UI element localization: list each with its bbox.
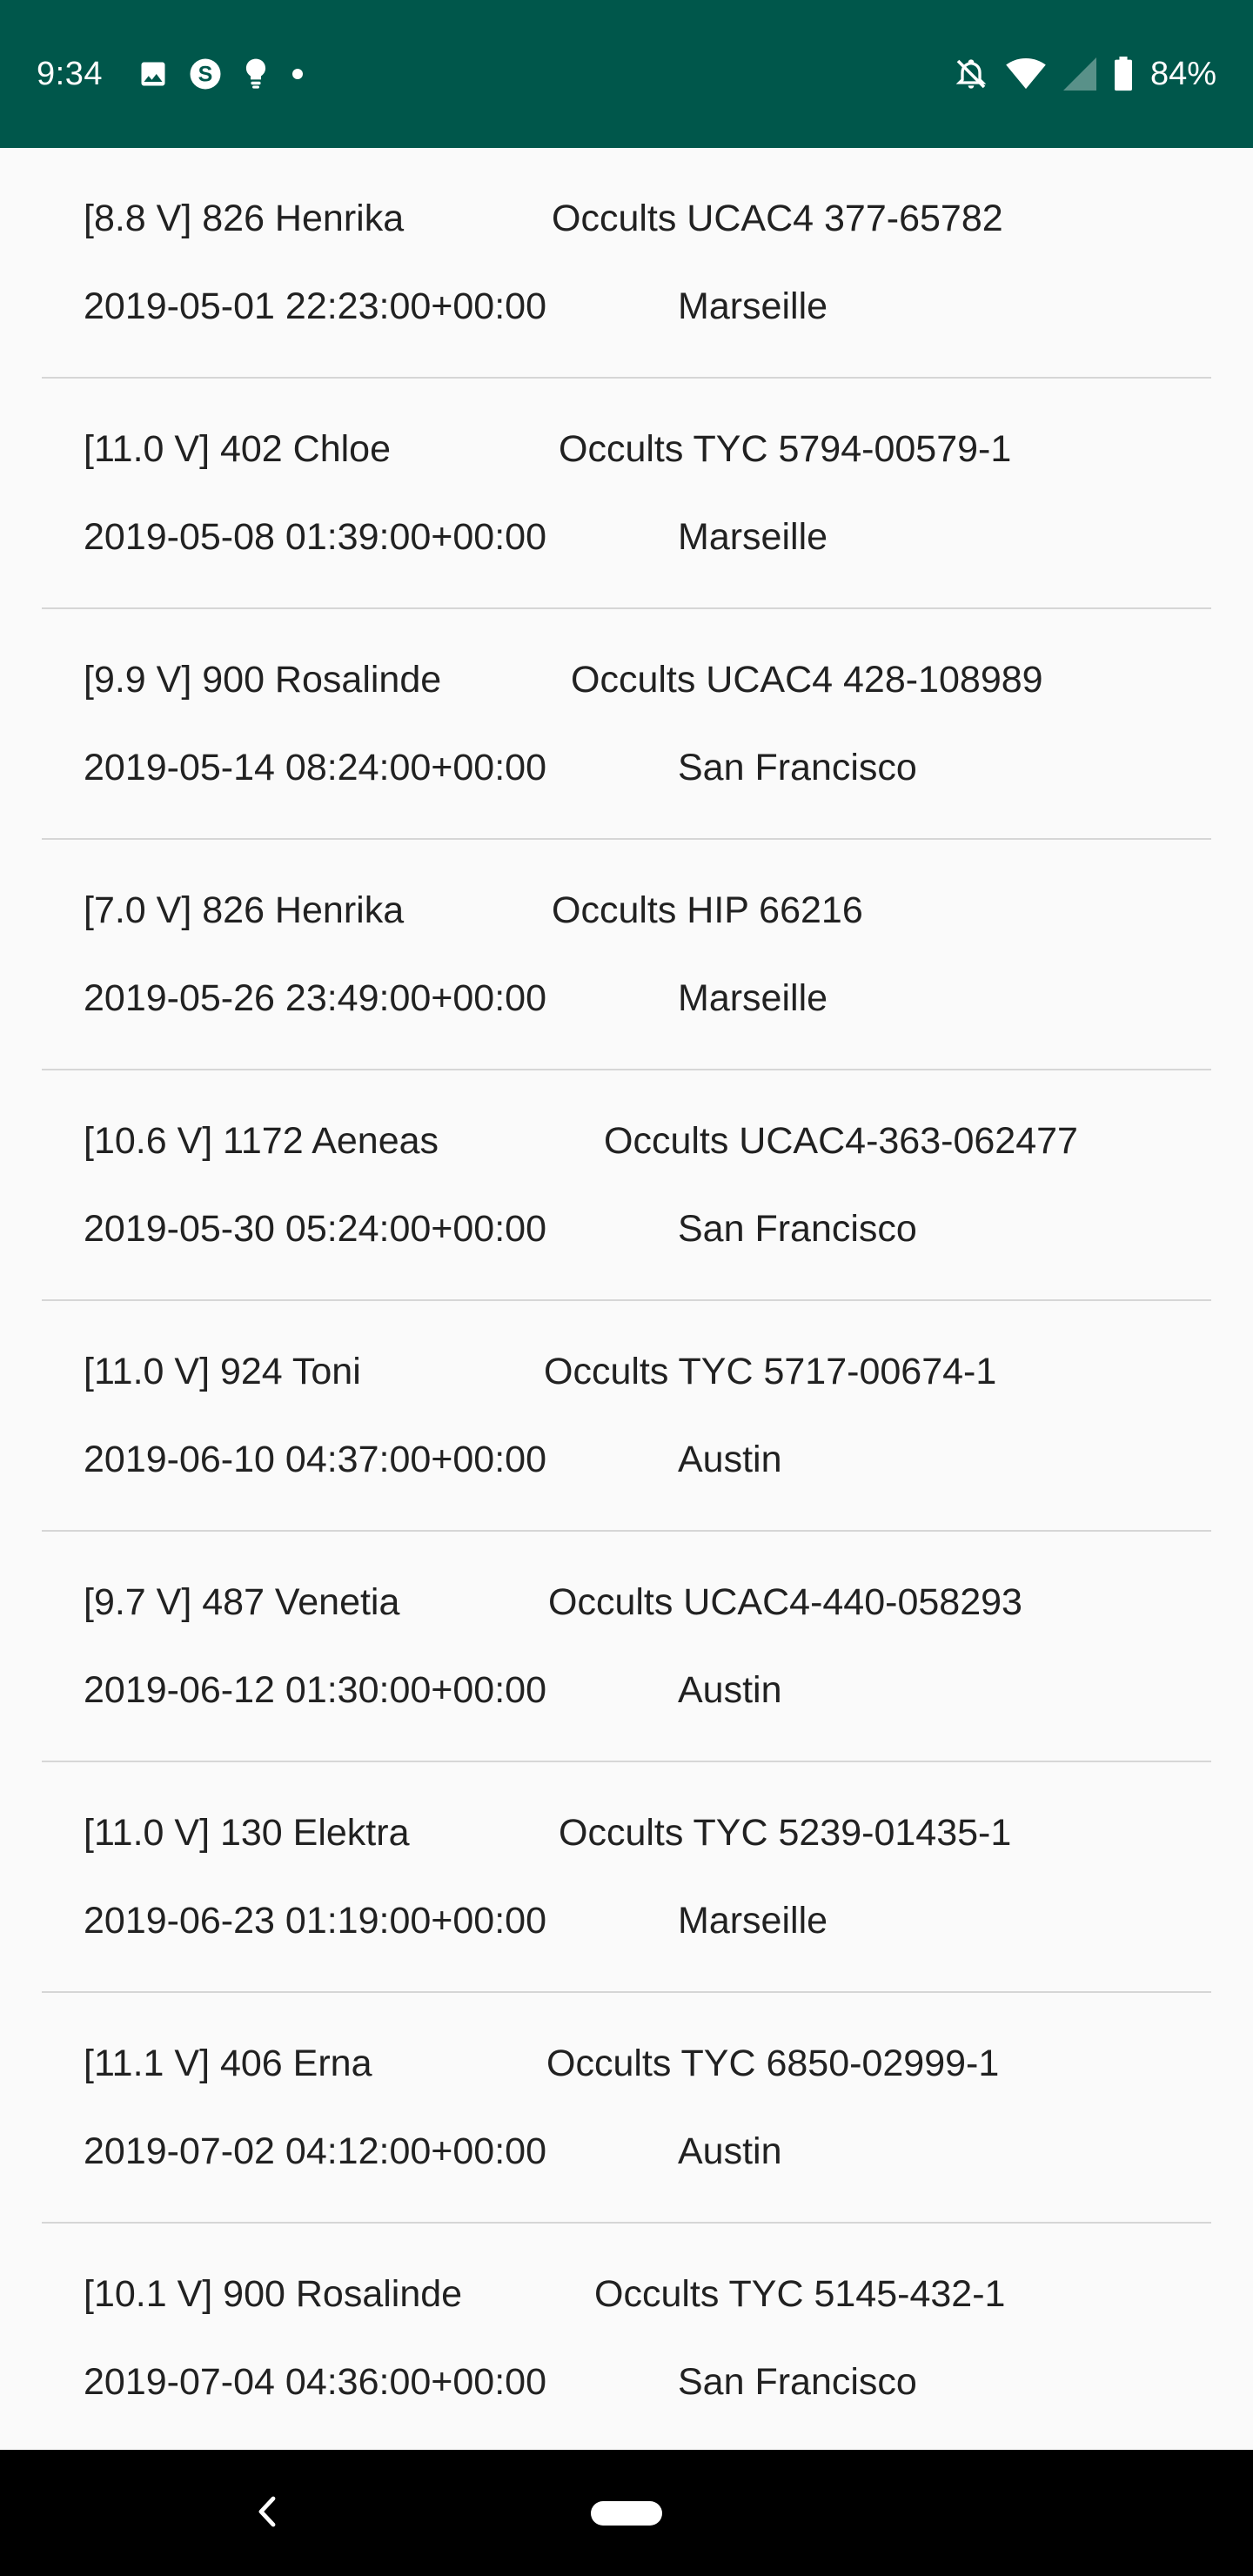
list-item[interactable]: [10.1 V] 900 Rosalinde Occults TYC 5145-… (0, 2224, 1253, 2450)
list-item[interactable]: [8.8 V] 826 Henrika Occults UCAC4 377-65… (0, 148, 1253, 379)
observer-location: Marseille (678, 285, 828, 327)
event-datetime: 2019-06-10 04:37:00+00:00 (84, 1439, 546, 1480)
star-label: Occults UCAC4 377-65782 (552, 198, 1003, 239)
list-item[interactable]: [7.0 V] 826 Henrika Occults HIP 66216 20… (0, 840, 1253, 1070)
asteroid-label: [11.0 V] 130 Elektra (84, 1812, 410, 1854)
asteroid-label: [8.8 V] 826 Henrika (84, 198, 405, 239)
observer-location: San Francisco (678, 2361, 917, 2403)
list-item[interactable]: [11.1 V] 406 Erna Occults TYC 6850-02999… (0, 1993, 1253, 2224)
notifications-off-icon (954, 57, 988, 91)
list-item[interactable]: [11.0 V] 924 Toni Occults TYC 5717-00674… (0, 1301, 1253, 1532)
list-item[interactable]: [9.7 V] 487 Venetia Occults UCAC4-440-05… (0, 1532, 1253, 1762)
observer-location: Austin (678, 1439, 782, 1480)
status-bar: 9:34 S 84% (0, 0, 1253, 148)
event-datetime: 2019-05-14 08:24:00+00:00 (84, 747, 546, 788)
asteroid-label: [11.0 V] 402 Chloe (84, 428, 392, 470)
observer-location: Marseille (678, 977, 828, 1019)
observer-location: Austin (678, 2130, 782, 2172)
skype-icon: S (188, 57, 223, 91)
star-label: Occults UCAC4-440-058293 (548, 1581, 1022, 1623)
star-label: Occults HIP 66216 (552, 889, 863, 931)
star-label: Occults UCAC4-363-062477 (604, 1120, 1078, 1162)
event-datetime: 2019-07-04 04:36:00+00:00 (84, 2361, 546, 2403)
event-datetime: 2019-07-02 04:12:00+00:00 (84, 2130, 546, 2172)
cell-signal-icon (1062, 57, 1096, 91)
list-item[interactable]: [11.0 V] 130 Elektra Occults TYC 5239-01… (0, 1762, 1253, 1993)
event-datetime: 2019-05-30 05:24:00+00:00 (84, 1208, 546, 1250)
observer-location: Austin (678, 1669, 782, 1711)
event-datetime: 2019-06-12 01:30:00+00:00 (84, 1669, 546, 1711)
status-system-icons: 84% (954, 52, 1216, 96)
back-icon[interactable] (254, 2493, 280, 2534)
asteroid-label: [11.0 V] 924 Toni (84, 1351, 361, 1392)
status-time: 9:34 (37, 56, 103, 92)
occultation-list[interactable]: [8.8 V] 826 Henrika Occults UCAC4 377-65… (0, 148, 1253, 2450)
svg-text:S: S (198, 62, 213, 86)
star-label: Occults TYC 5239-01435-1 (559, 1812, 1012, 1854)
image-icon (137, 58, 169, 90)
star-label: Occults UCAC4 428-108989 (571, 659, 1043, 701)
asteroid-label: [9.7 V] 487 Venetia (84, 1581, 400, 1623)
event-datetime: 2019-06-23 01:19:00+00:00 (84, 1900, 546, 1942)
event-datetime: 2019-05-08 01:39:00+00:00 (84, 516, 546, 558)
dot-icon (289, 65, 306, 83)
observer-location: San Francisco (678, 1208, 917, 1250)
star-label: Occults TYC 6850-02999-1 (546, 2043, 1000, 2084)
star-label: Occults TYC 5717-00674-1 (544, 1351, 997, 1392)
list-item[interactable]: [10.6 V] 1172 Aeneas Occults UCAC4-363-0… (0, 1070, 1253, 1301)
list-item[interactable]: [11.0 V] 402 Chloe Occults TYC 5794-0057… (0, 379, 1253, 609)
observer-location: Marseille (678, 1900, 828, 1942)
event-datetime: 2019-05-01 22:23:00+00:00 (84, 285, 546, 327)
status-notification-icons: S (137, 54, 306, 94)
asteroid-label: [10.6 V] 1172 Aeneas (84, 1120, 439, 1162)
list-item[interactable]: [9.9 V] 900 Rosalinde Occults UCAC4 428-… (0, 609, 1253, 840)
navigation-bar (0, 2450, 1253, 2576)
star-label: Occults TYC 5794-00579-1 (559, 428, 1012, 470)
star-label: Occults TYC 5145-432-1 (594, 2273, 1006, 2315)
observer-location: San Francisco (678, 747, 917, 788)
lightbulb-icon (242, 57, 270, 91)
asteroid-label: [10.1 V] 900 Rosalinde (84, 2273, 463, 2315)
battery-icon (1114, 57, 1133, 91)
observer-location: Marseille (678, 516, 828, 558)
wifi-icon (1006, 57, 1046, 91)
asteroid-label: [11.1 V] 406 Erna (84, 2043, 372, 2084)
home-pill-icon[interactable] (591, 2501, 662, 2526)
event-datetime: 2019-05-26 23:49:00+00:00 (84, 977, 546, 1019)
asteroid-label: [9.9 V] 900 Rosalinde (84, 659, 442, 701)
asteroid-label: [7.0 V] 826 Henrika (84, 889, 405, 931)
battery-percentage: 84% (1149, 56, 1216, 92)
